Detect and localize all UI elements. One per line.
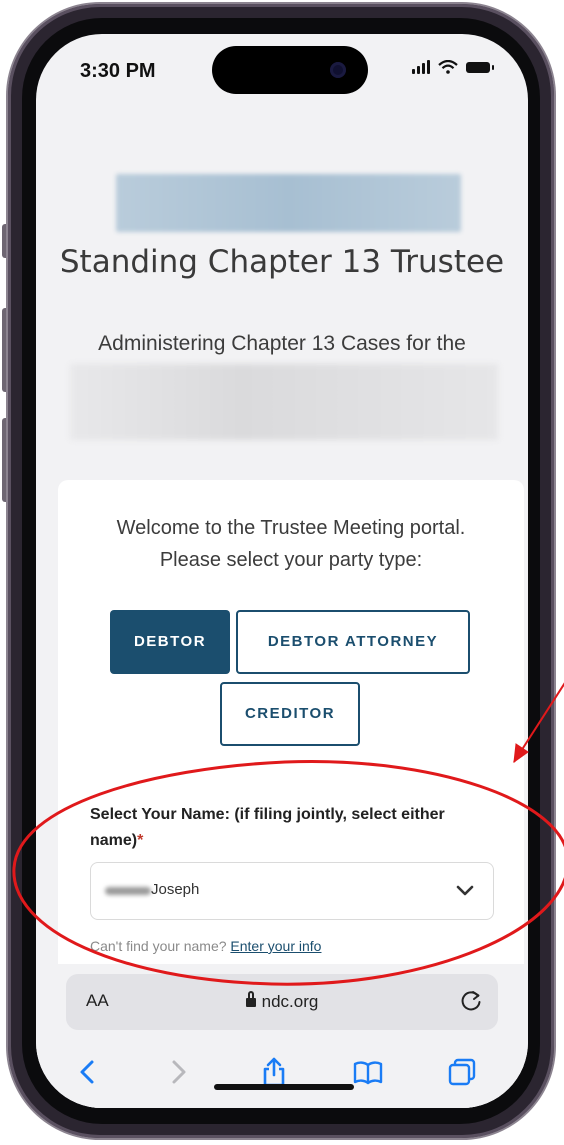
phone-screen: 3:30 PM Standing Chapter 13 Trustee Admi… <box>36 34 528 1108</box>
tabs-icon[interactable] <box>446 1056 478 1088</box>
signal-icon <box>412 60 430 74</box>
name-select[interactable]: Joseph <box>90 862 494 920</box>
hint-text: Can't find your name? <box>90 938 227 954</box>
back-icon[interactable] <box>72 1056 104 1088</box>
home-indicator <box>214 1084 354 1090</box>
welcome-line-2: Please select your party type: <box>159 549 423 571</box>
battery-icon <box>466 61 494 73</box>
chevron-down-icon <box>456 885 474 896</box>
welcome-text: Welcome to the Trustee Meeting portal. P… <box>58 512 524 576</box>
page-subtitle: Administering Chapter 13 Cases for the <box>98 332 466 355</box>
name-hint: Can't find your name? Enter your info <box>90 938 321 954</box>
debtor-button[interactable]: DEBTOR <box>110 610 230 674</box>
name-field-label: Select Your Name: (if filing jointly, se… <box>90 802 490 854</box>
redacted-name <box>105 887 151 895</box>
redacted-district <box>70 364 498 440</box>
url-text: ndc.org <box>261 992 319 1011</box>
url-display[interactable]: ndc.org <box>66 991 498 1012</box>
required-mark: * <box>137 832 144 849</box>
welcome-line-1: Welcome to the Trustee Meeting portal. <box>116 517 466 539</box>
status-time: 3:30 PM <box>80 60 156 82</box>
name-select-value: Joseph <box>151 881 200 898</box>
status-icons <box>412 60 494 74</box>
lock-icon <box>245 991 256 1007</box>
page-title: Standing Chapter 13 Trustee <box>59 244 505 280</box>
camera-icon <box>330 62 346 78</box>
address-bar[interactable]: AA ndc.org <box>66 974 498 1030</box>
enter-info-link[interactable]: Enter your info <box>230 938 321 954</box>
debtor-attorney-button[interactable]: DEBTOR ATTORNEY <box>236 610 470 674</box>
reload-icon[interactable] <box>458 988 484 1014</box>
bookmarks-icon[interactable] <box>352 1056 384 1088</box>
forward-icon[interactable] <box>162 1056 194 1088</box>
redacted-logo <box>116 174 461 232</box>
wifi-icon <box>438 60 458 74</box>
dynamic-island <box>212 46 368 94</box>
creditor-button[interactable]: CREDITOR <box>220 682 360 746</box>
